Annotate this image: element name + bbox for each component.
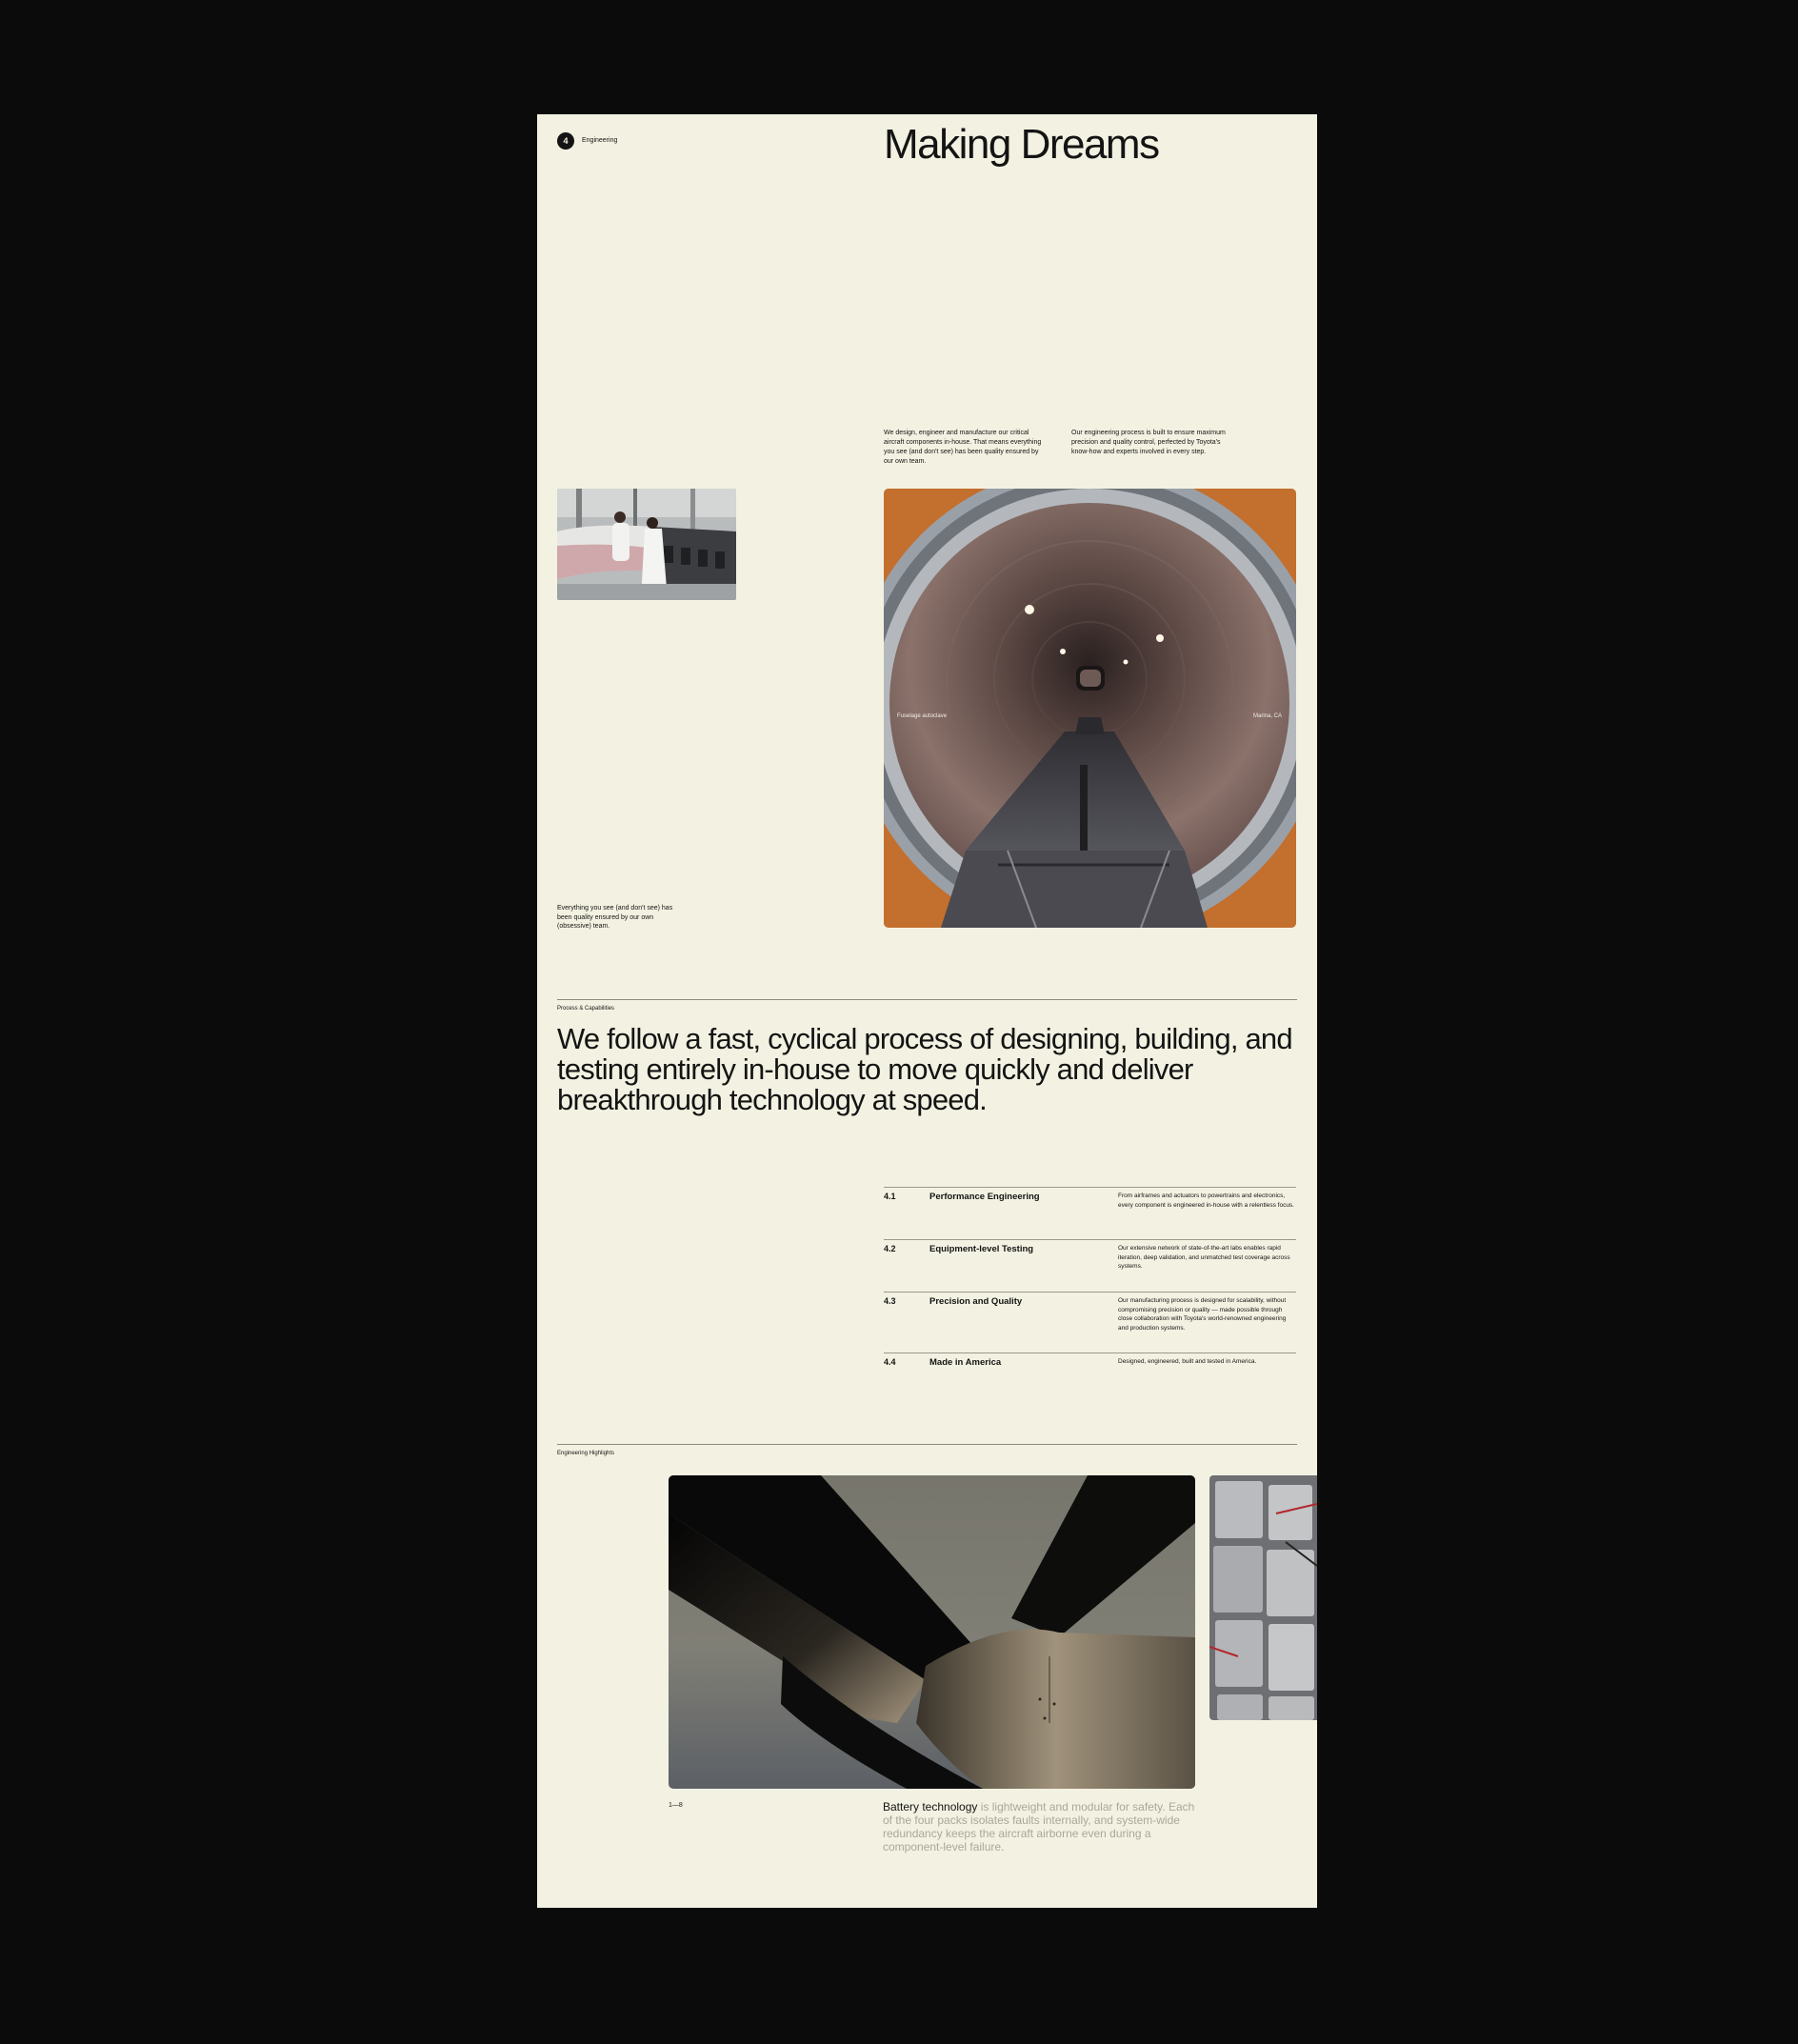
capability-description: Designed, engineered, built and tested i… — [1118, 1358, 1257, 1365]
capability-row: 4.2 Equipment-level Testing Our extensiv… — [884, 1239, 1296, 1292]
highlights-kicker: Engineering Highlights — [557, 1451, 615, 1456]
slide-counter: 1—8 — [669, 1802, 683, 1809]
section-label: Engineering — [582, 137, 618, 144]
lab-technicians-photo — [557, 489, 736, 600]
capabilities-list: 4.1 Performance Engineering From airfram… — [884, 1187, 1296, 1376]
fuselage-autoclave-photo — [884, 489, 1296, 928]
capability-row: 4.4 Made in America Designed, engineered… — [884, 1353, 1296, 1376]
section-number-badge: 4 — [557, 132, 574, 150]
battery-pack-photo[interactable] — [1209, 1475, 1317, 1720]
capability-row: 4.3 Precision and Quality Our manufactur… — [884, 1292, 1296, 1353]
engineering-page: 4 Engineering Making Dreams We design, e… — [537, 114, 1317, 1908]
capability-number: 4.4 — [884, 1357, 896, 1367]
small-photo-caption: Everything you see (and don't see) has b… — [557, 905, 673, 930]
capability-title: Performance Engineering — [929, 1192, 1040, 1202]
highlight-caption: Battery technology is lightweight and mo… — [883, 1800, 1202, 1854]
divider — [557, 1444, 1297, 1445]
aircraft-wing-photo[interactable] — [669, 1475, 1195, 1789]
capability-title: Equipment-level Testing — [929, 1244, 1034, 1254]
capability-number: 4.2 — [884, 1244, 896, 1253]
capability-number: 4.1 — [884, 1192, 896, 1201]
section-number: 4 — [563, 136, 569, 146]
tunnel-label-left: Fuselage autoclave — [897, 713, 948, 719]
capability-description: From airframes and actuators to powertra… — [1118, 1192, 1294, 1209]
page-title: Making Dreams — [884, 121, 1160, 168]
divider — [557, 999, 1297, 1000]
highlight-caption-lead: Battery technology — [883, 1800, 978, 1814]
capability-title: Precision and Quality — [929, 1296, 1023, 1307]
process-kicker: Process & Capabilities — [557, 1006, 615, 1012]
capability-description: Our extensive network of state-of-the-ar… — [1118, 1245, 1290, 1270]
process-statement: We follow a fast, cyclical process of de… — [557, 1022, 1293, 1116]
capability-row: 4.1 Performance Engineering From airfram… — [884, 1187, 1296, 1239]
capability-title: Made in America — [929, 1357, 1002, 1368]
capability-number: 4.3 — [884, 1296, 896, 1306]
tunnel-label-right: Marina, CA — [1253, 713, 1283, 719]
intro-paragraph-1: We design, engineer and manufacture our … — [884, 430, 1042, 465]
capability-description: Our manufacturing process is designed fo… — [1118, 1297, 1287, 1332]
intro-paragraph-2: Our engineering process is built to ensu… — [1071, 430, 1226, 455]
